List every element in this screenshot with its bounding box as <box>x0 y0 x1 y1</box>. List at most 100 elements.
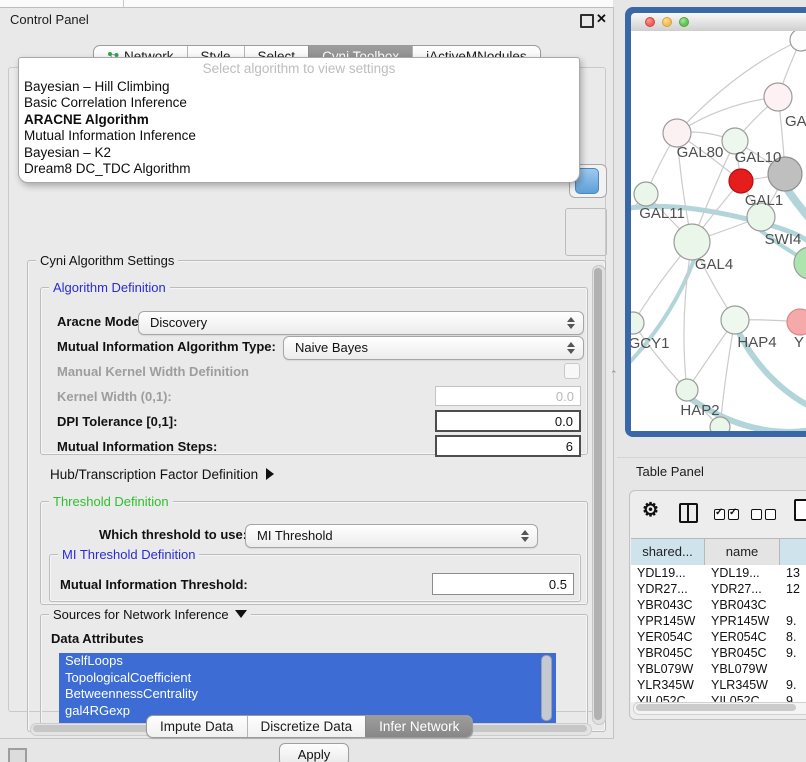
table-cell[interactable]: YER054C <box>705 629 780 645</box>
close-traffic-light-icon[interactable] <box>645 17 655 27</box>
close-icon[interactable]: ✕ <box>596 11 607 27</box>
network-node-gal11[interactable] <box>634 182 658 206</box>
attribute-item-selfloops[interactable]: SelfLoops <box>59 653 556 670</box>
table-cell[interactable]: YPR145W <box>631 613 705 629</box>
network-node-hap4[interactable] <box>721 306 749 334</box>
table-cell[interactable]: YDL19... <box>631 565 705 581</box>
table-cell[interactable]: YIL052C <box>705 693 780 702</box>
table-cell[interactable]: YER054C <box>631 629 705 645</box>
dropdown-option-bayesian-k2[interactable]: Bayesian – K2 <box>19 145 579 161</box>
table-cell[interactable]: 13 <box>780 565 806 581</box>
column-header-shared[interactable]: shared... <box>631 539 705 565</box>
network-node-gal4[interactable] <box>674 224 710 260</box>
minimized-panel-icon[interactable] <box>8 748 27 762</box>
table-cell[interactable]: YBR045C <box>705 645 780 661</box>
aracne-mode-combobox[interactable]: Discovery <box>138 311 584 335</box>
attribute-item-betweennesscentrality[interactable]: BetweennessCentrality <box>59 686 556 703</box>
document-icon[interactable] <box>794 499 806 521</box>
network-node-gal80[interactable] <box>663 119 691 147</box>
table-row[interactable]: YIL052CYIL052C9. <box>631 693 806 702</box>
network-window-titlebar[interactable] <box>631 13 806 32</box>
table-row[interactable]: YBL079WYBL079W <box>631 661 806 677</box>
manual-kernel-checkbox[interactable] <box>564 363 580 379</box>
scrollbar-thumb[interactable] <box>594 268 602 720</box>
deselect-all-columns-icon[interactable] <box>751 507 779 525</box>
network-node-gcy1[interactable] <box>631 312 644 334</box>
table-cell[interactable]: YDL19... <box>705 565 780 581</box>
dropdown-option-mutual-information-inference[interactable]: Mutual Information Inference <box>19 128 579 144</box>
hub-definition-toggle[interactable]: Hub/Transcription Factor Definition <box>50 467 274 482</box>
table-row[interactable]: YBR043CYBR043C <box>631 597 806 613</box>
table-cell[interactable]: 9. <box>780 645 806 661</box>
mi-steps-field[interactable] <box>435 435 581 457</box>
bottom-tab-impute-data[interactable]: Impute Data <box>147 716 247 737</box>
network-node-y[interactable] <box>787 309 806 335</box>
select-all-columns-icon[interactable] <box>714 507 742 525</box>
table-cell[interactable]: 9. <box>780 693 806 702</box>
dropdown-option-dream8-dc-tdc-algorithm[interactable]: Dream8 DC_TDC Algorithm <box>19 161 579 177</box>
network-edge[interactable] <box>720 320 735 427</box>
table-cell[interactable]: YIL052C <box>631 693 705 702</box>
minimize-traffic-light-icon[interactable] <box>662 17 672 27</box>
network-node[interactable] <box>790 31 806 51</box>
table-cell[interactable] <box>780 597 806 613</box>
table-cell[interactable]: 8. <box>780 629 806 645</box>
column-header-2[interactable] <box>780 539 806 565</box>
algorithm-definition-title: Algorithm Definition <box>49 280 170 295</box>
network-node-gal[interactable] <box>764 83 792 111</box>
column-header-name[interactable]: name <box>705 539 780 565</box>
bottom-tab-infer-network[interactable]: Infer Network <box>365 716 472 737</box>
table-cell[interactable]: YLR345W <box>705 677 780 693</box>
dropdown-option-bayesian-hill-climbing[interactable]: Bayesian – Hill Climbing <box>19 79 579 95</box>
table-cell[interactable]: YBR043C <box>705 597 780 613</box>
table-row[interactable]: YBR045CYBR045C9. <box>631 645 806 661</box>
float-panel-icon[interactable] <box>580 14 594 28</box>
table-cell[interactable]: 9. <box>780 677 806 693</box>
tab-label: Discretize Data <box>261 716 353 737</box>
bottom-tabbar: Impute Data Discretize Data Infer Network <box>146 715 473 738</box>
scrollbar-thumb[interactable] <box>636 704 796 711</box>
zoom-traffic-light-icon[interactable] <box>679 17 689 27</box>
which-threshold-combobox[interactable]: MI Threshold <box>245 524 538 548</box>
columns-icon[interactable] <box>679 503 698 523</box>
kernel-width-field[interactable] <box>435 386 581 406</box>
mi-threshold-field[interactable] <box>432 573 574 595</box>
network-node-gal1[interactable] <box>729 169 753 193</box>
sources-group-title[interactable]: Sources for Network Inference <box>49 607 251 622</box>
table-cell[interactable]: 12 <box>780 581 806 597</box>
table-cell[interactable] <box>780 661 806 677</box>
bottom-tab-discretize-data[interactable]: Discretize Data <box>247 716 366 737</box>
table-row[interactable]: YLR345WYLR345W9. <box>631 677 806 693</box>
network-edge[interactable] <box>677 97 778 133</box>
network-node-hap2[interactable] <box>676 379 698 401</box>
table-cell[interactable]: YBR043C <box>631 597 705 613</box>
table-row[interactable]: YPR145WYPR145W9. <box>631 613 806 629</box>
attributes-scrollbar[interactable] <box>541 655 552 721</box>
table-cell[interactable]: YDR27... <box>705 581 780 597</box>
table-cell[interactable]: YPR145W <box>705 613 780 629</box>
table-cell[interactable]: 9. <box>780 613 806 629</box>
mi-type-combobox[interactable]: Naive Bayes <box>283 336 584 360</box>
network-edge[interactable] <box>633 323 687 390</box>
table-cell[interactable]: YDR27... <box>631 581 705 597</box>
table-cell[interactable]: YLR345W <box>631 677 705 693</box>
settings-vertical-scrollbar[interactable] <box>592 265 606 725</box>
table-cell[interactable]: YBL079W <box>631 661 705 677</box>
table-cell[interactable]: YBL079W <box>705 661 780 677</box>
network-node[interactable] <box>710 417 730 431</box>
attribute-item-topologicalcoefficient[interactable]: TopologicalCoefficient <box>59 670 556 687</box>
network-canvas[interactable]: GALGAL80GAL10GAL1GAL11SWI4GAL4GCY1HAP4YH… <box>631 31 806 431</box>
table-row[interactable]: YDR27...YDR27...12 <box>631 581 806 597</box>
table-row[interactable]: YER054CYER054C8. <box>631 629 806 645</box>
data-attributes-list[interactable]: SelfLoopsTopologicalCoefficientBetweenne… <box>59 653 556 723</box>
panel-divider-handle[interactable]: ⌃ <box>610 369 618 379</box>
network-node[interactable] <box>794 247 806 279</box>
dropdown-option-aracne-algorithm[interactable]: ARACNE Algorithm <box>19 112 579 128</box>
apply-button[interactable]: Apply <box>279 743 349 762</box>
table-cell[interactable]: YBR045C <box>631 645 705 661</box>
dpi-tolerance-field[interactable] <box>435 410 581 432</box>
gear-icon[interactable]: ⚙ <box>642 500 659 522</box>
table-row[interactable]: YDL19...YDL19...13 <box>631 565 806 581</box>
dropdown-option-basic-correlation-inference[interactable]: Basic Correlation Inference <box>19 95 579 111</box>
table-horizontal-scrollbar[interactable] <box>633 702 806 715</box>
